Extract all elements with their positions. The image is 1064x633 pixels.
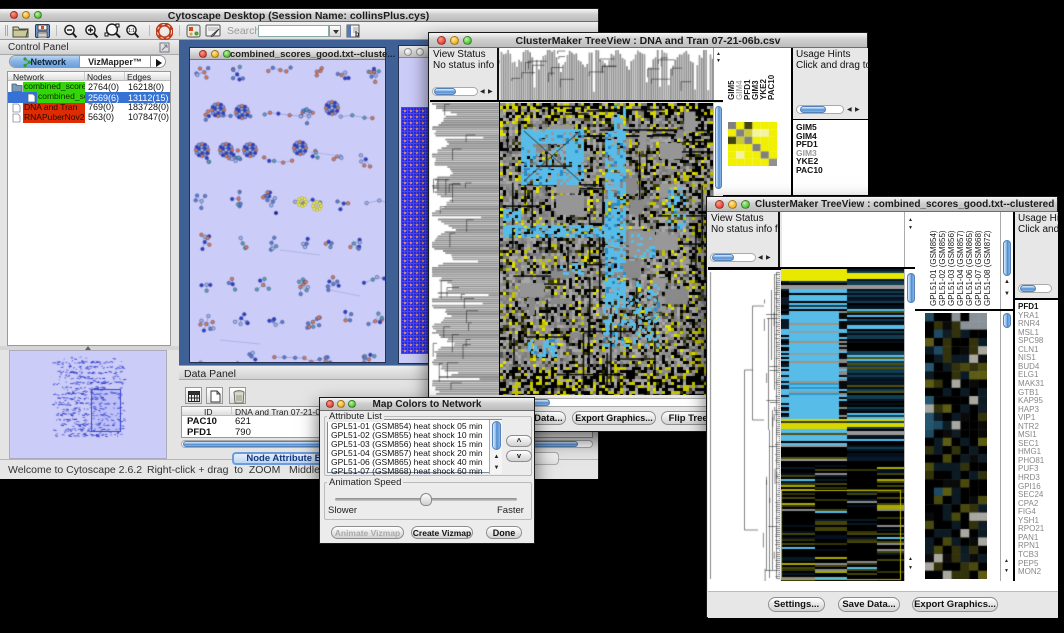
svg-text:b: b [355, 32, 359, 39]
svg-text:1:1: 1:1 [128, 28, 135, 34]
